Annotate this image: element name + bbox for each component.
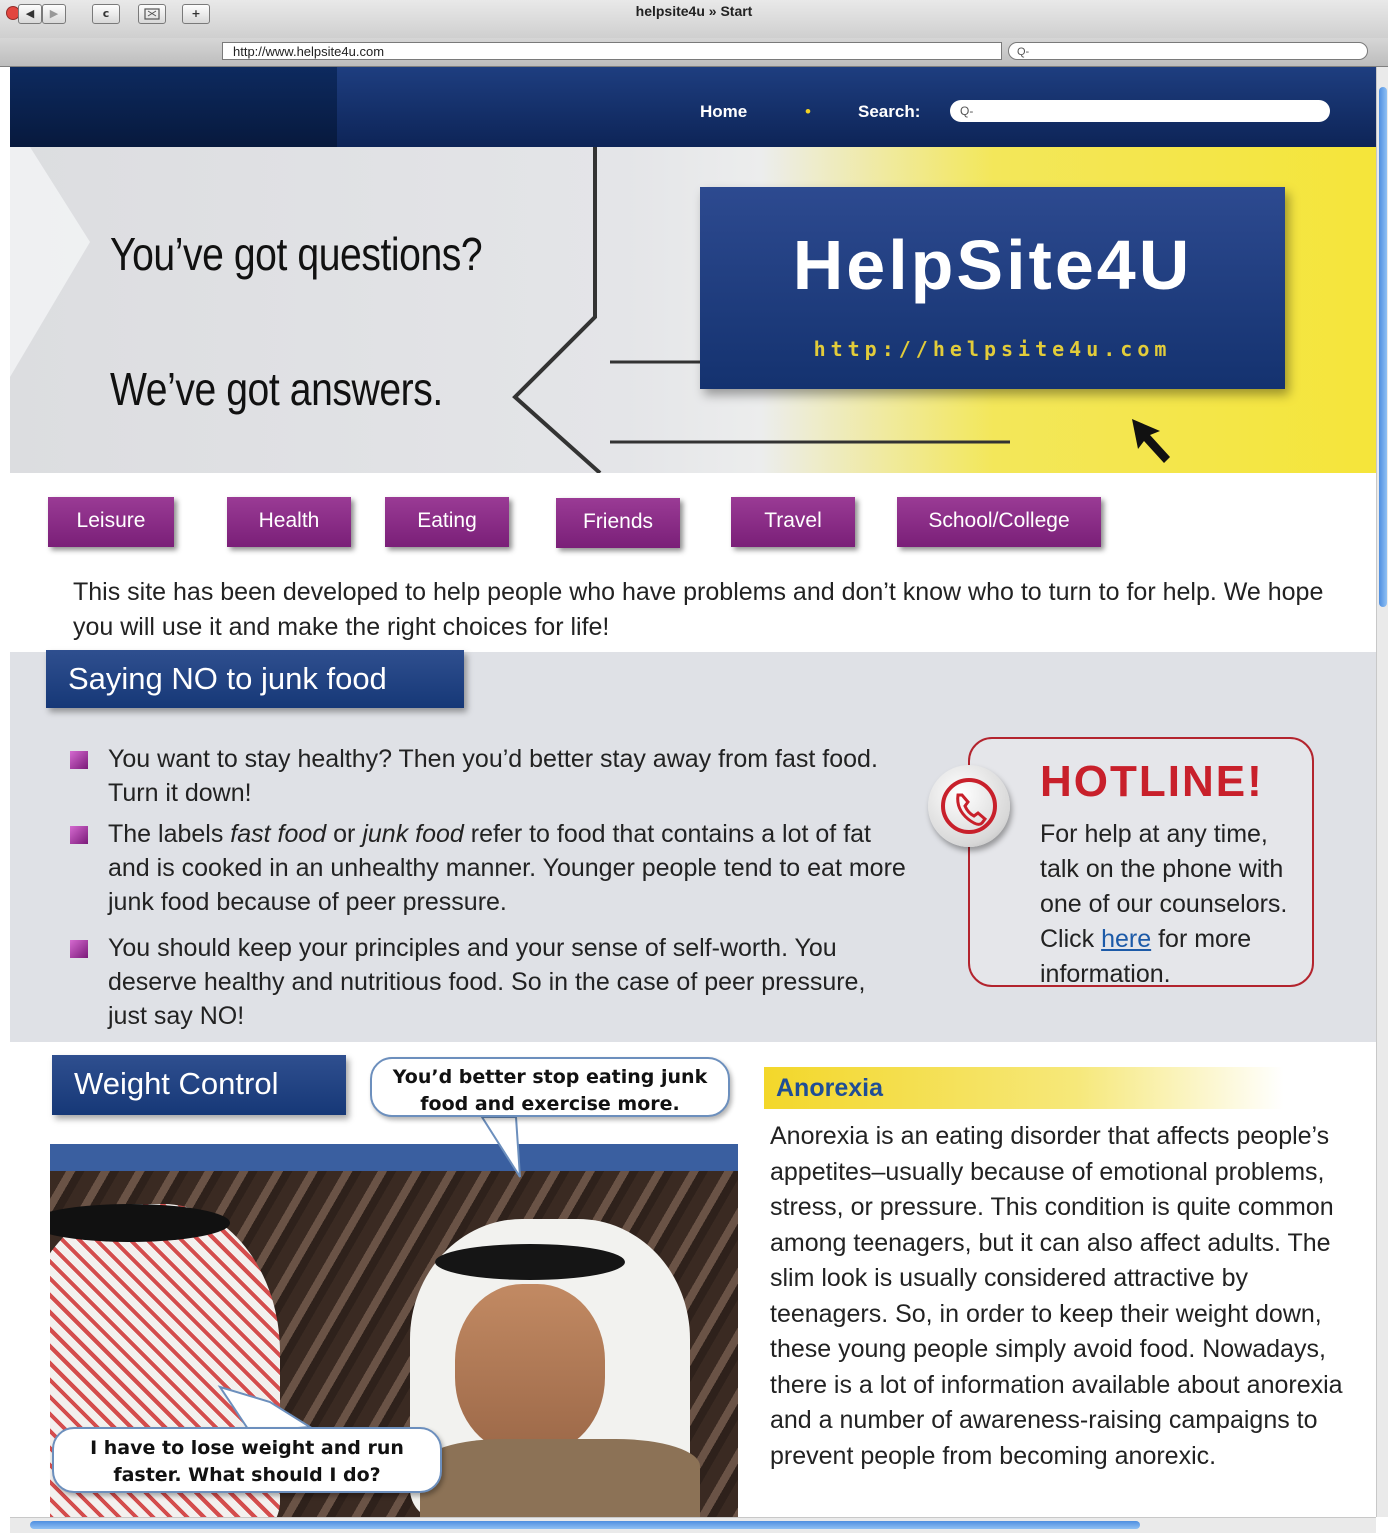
horizontal-scroll-thumb[interactable]	[30, 1521, 1140, 1529]
speech-bubble-question: I have to lose weight and run faster. Wh…	[52, 1427, 442, 1493]
site-navbar: Home • Search: Q-	[10, 67, 1376, 147]
bullet-text: The labels	[108, 820, 231, 848]
navbar-left-panel	[10, 67, 337, 147]
junk-food-bullet: You should keep your principles and your…	[70, 931, 908, 1033]
weight-control-heading: Weight Control	[52, 1055, 346, 1115]
nav-search-label: Search:	[858, 102, 921, 121]
vertical-scroll-thumb[interactable]	[1379, 87, 1387, 607]
hotline-title: HOTLINE!	[1040, 757, 1264, 806]
category-health[interactable]: Health	[227, 497, 351, 547]
nav-home-link[interactable]: Home	[700, 102, 747, 122]
mouse-pointer-icon	[1132, 419, 1170, 463]
anorexia-text: Anorexia is an eating disorder that affe…	[770, 1122, 1343, 1470]
vertical-scrollbar[interactable]	[1376, 67, 1388, 1517]
category-friends[interactable]: Friends	[556, 498, 680, 548]
category-travel[interactable]: Travel	[731, 497, 855, 547]
category-eating[interactable]: Eating	[385, 497, 509, 547]
category-school-college[interactable]: School/College	[897, 497, 1101, 547]
site-logo: HelpSite4U http://helpsite4u.com	[700, 187, 1285, 389]
phone-icon	[928, 765, 1010, 847]
logo-url: http://helpsite4u.com	[813, 337, 1172, 361]
bullet-square-icon	[70, 826, 88, 844]
forward-button[interactable]: ▶	[42, 4, 66, 24]
hotline-text: For help at any time, talk on the phone …	[1040, 817, 1310, 992]
address-bar[interactable]: http://www.helpsite4u.com	[222, 42, 1002, 60]
hotline-box: HOTLINE! For help at any time, talk on t…	[968, 737, 1314, 988]
bullet-text: or	[326, 820, 363, 848]
nav-separator: •	[805, 102, 811, 121]
bullet-square-icon	[70, 751, 88, 769]
snapback-icon[interactable]	[138, 4, 166, 24]
logo-title: HelpSite4U	[792, 226, 1193, 304]
add-bookmark-button[interactable]: +	[182, 4, 210, 24]
bullet-text: You want to stay healthy? Then you’d bet…	[108, 745, 878, 807]
bullet-text: You should keep your principles and your…	[108, 934, 866, 1030]
anorexia-heading: Anorexia	[764, 1067, 1284, 1109]
junk-food-bullet: You want to stay healthy? Then you’d bet…	[70, 742, 908, 810]
page-viewport: Home • Search: Q- You’ve got questions? …	[10, 67, 1376, 1517]
photo-man-right-face	[455, 1284, 605, 1454]
horizontal-scrollbar[interactable]	[10, 1517, 1376, 1533]
banner-tagline-answers: We’ve got answers.	[110, 363, 443, 415]
junk-food-heading: Saying NO to junk food	[46, 650, 464, 708]
category-leisure[interactable]: Leisure	[48, 497, 174, 547]
term-junk-food: junk food	[362, 820, 464, 848]
speech-bubble-advice: You’d better stop eating junk food and e…	[370, 1057, 730, 1117]
intro-text: This site has been developed to help peo…	[73, 578, 1324, 641]
hero-banner: You’ve got questions? We’ve got answers.…	[10, 147, 1376, 473]
photo-man-right-agal	[435, 1244, 625, 1280]
banner-tagline-questions: You’ve got questions?	[110, 228, 483, 280]
hotline-here-link[interactable]: here	[1101, 925, 1151, 953]
junk-food-bullet: The labels fast food or junk food refer …	[70, 817, 908, 919]
bullet-square-icon	[70, 940, 88, 958]
browser-search-field[interactable]: Q-	[1008, 42, 1368, 60]
photo-man-right-body	[420, 1439, 700, 1517]
back-button[interactable]: ◀	[18, 4, 42, 24]
reload-button[interactable]: c	[92, 4, 120, 24]
site-search-input[interactable]: Q-	[950, 100, 1330, 122]
term-fast-food: fast food	[230, 820, 327, 848]
